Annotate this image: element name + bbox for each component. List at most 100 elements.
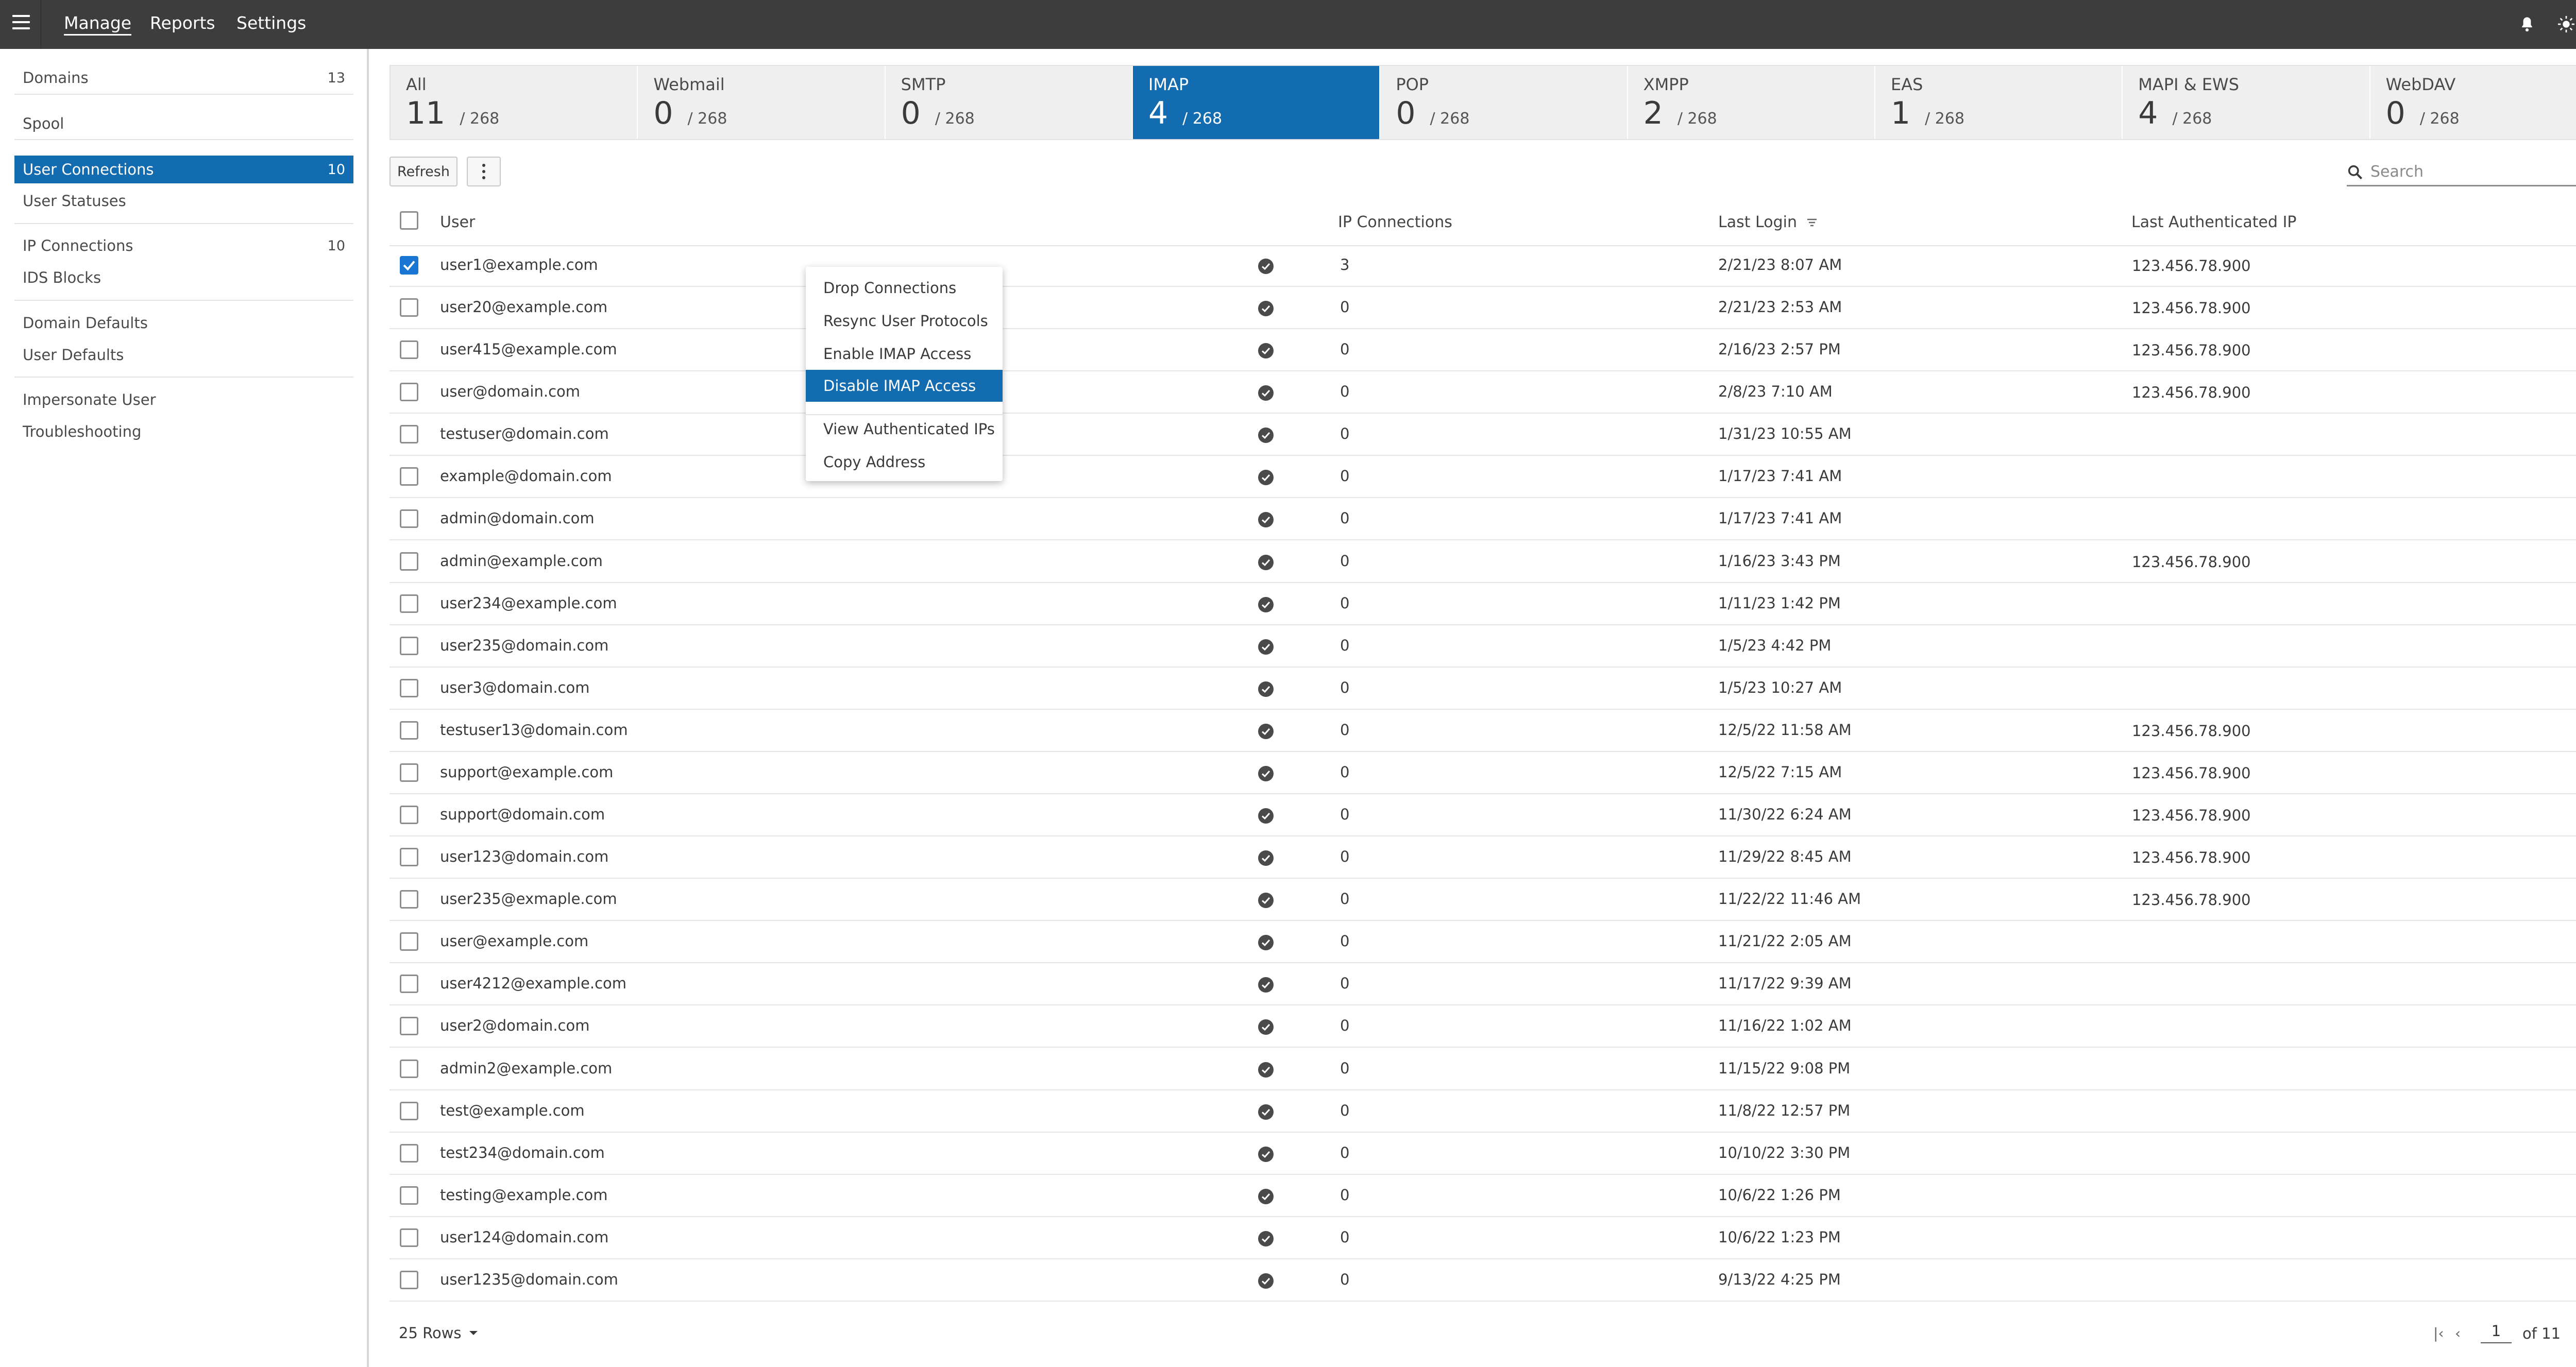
- previous-page-icon[interactable]: ‹: [2455, 1325, 2461, 1342]
- table-row[interactable]: test234@domain.com 0 10/10/22 3:30 PM: [389, 1133, 2576, 1175]
- ip-connections-value: 0: [1340, 1228, 1350, 1246]
- row-checkbox[interactable]: [400, 256, 418, 275]
- search-icon: [2348, 165, 2363, 179]
- table-row[interactable]: admin@domain.com 0 1/17/23 7:41 AM: [389, 498, 2576, 540]
- table-row[interactable]: testuser@domain.com 0 1/31/23 10:55 AM: [389, 414, 2576, 456]
- table-row[interactable]: user20@example.com 0 2/21/23 2:53 AM 123.45…: [389, 287, 2576, 329]
- row-checkbox[interactable]: [400, 1102, 418, 1120]
- table-row[interactable]: support@example.com 0 12/5/22 7:15 AM 123.4…: [389, 752, 2576, 794]
- column-header-ip-connections[interactable]: IP Connections: [1338, 213, 1452, 231]
- row-checkbox[interactable]: [400, 975, 418, 993]
- row-checkbox[interactable]: [400, 1017, 418, 1035]
- row-checkbox[interactable]: [400, 340, 418, 359]
- row-checkbox[interactable]: [400, 1144, 418, 1163]
- more-actions-icon[interactable]: [467, 157, 501, 186]
- row-checkbox[interactable]: [400, 679, 418, 697]
- row-checkbox[interactable]: [400, 298, 418, 317]
- tab-pop[interactable]: POP 0 / 268: [1380, 66, 1628, 139]
- nav-reports[interactable]: Reports: [150, 13, 215, 33]
- sidebar-item-spool[interactable]: Spool: [14, 110, 353, 138]
- row-checkbox[interactable]: [400, 806, 418, 824]
- table-row[interactable]: admin@example.com 0 1/16/23 3:43 PM 123.456…: [389, 541, 2576, 583]
- top-bar: Manage Reports Settings A: [0, 0, 2576, 49]
- row-checkbox[interactable]: [400, 1271, 418, 1289]
- table-row[interactable]: user@domain.com 0 2/8/23 7:10 AM 123.456.78…: [389, 371, 2576, 414]
- table-row[interactable]: user2@domain.com 0 11/16/22 1:02 AM: [389, 1005, 2576, 1048]
- sidebar-item-impersonate-user[interactable]: Impersonate User: [14, 386, 353, 414]
- row-checkbox[interactable]: [400, 1228, 418, 1247]
- page-number-input[interactable]: [2481, 1320, 2512, 1343]
- sidebar-item-ip-connections[interactable]: IP Connections 10: [14, 232, 353, 260]
- refresh-button[interactable]: Refresh: [389, 157, 457, 186]
- row-checkbox[interactable]: [400, 594, 418, 613]
- table-row[interactable]: user@example.com 0 11/21/22 2:05 AM: [389, 921, 2576, 963]
- sidebar-item-ids-blocks[interactable]: IDS Blocks: [14, 264, 353, 292]
- tab-xmpp[interactable]: XMPP 2 / 268: [1628, 66, 1875, 139]
- menu-item-view-authenticated-ips[interactable]: View Authenticated IPs: [806, 413, 1003, 445]
- table-row[interactable]: example@domain.com 0 1/17/23 7:41 AM: [389, 456, 2576, 498]
- column-header-user[interactable]: User: [440, 213, 475, 231]
- menu-item-drop-connections[interactable]: Drop Connections: [806, 272, 1003, 304]
- row-checkbox[interactable]: [400, 552, 418, 571]
- table-row[interactable]: support@domain.com 0 11/30/22 6:24 AM 123.4…: [389, 794, 2576, 836]
- sidebar-item-domain-defaults[interactable]: Domain Defaults: [14, 309, 353, 337]
- row-checkbox[interactable]: [400, 425, 418, 443]
- sidebar-item-domains[interactable]: Domains 13: [14, 64, 353, 92]
- tab-all[interactable]: All 11 / 268: [391, 66, 638, 139]
- tab-webmail[interactable]: Webmail 0 / 268: [638, 66, 886, 139]
- last-login-value: 10/6/22 1:23 PM: [1718, 1228, 1841, 1246]
- row-checkbox[interactable]: [400, 467, 418, 486]
- row-checkbox[interactable]: [400, 509, 418, 528]
- tab-webdav[interactable]: WebDAV 0 / 268: [2370, 66, 2576, 139]
- table-row[interactable]: user415@example.com 0 2/16/23 2:57 PM 123.4…: [389, 329, 2576, 371]
- tab-imap[interactable]: IMAP 4 / 268: [1132, 66, 1381, 139]
- sun-icon[interactable]: [2553, 11, 2576, 37]
- tab-eas[interactable]: EAS 1 / 268: [1875, 66, 2123, 139]
- table-row[interactable]: user1235@domain.com 0 9/13/22 4:25 PM: [389, 1259, 2576, 1302]
- last-login-value: 2/21/23 2:53 AM: [1718, 298, 1842, 316]
- sidebar-item-user-statuses[interactable]: User Statuses: [14, 187, 353, 215]
- table-row[interactable]: testing@example.com 0 10/6/22 1:26 PM: [389, 1175, 2576, 1217]
- row-checkbox[interactable]: [400, 848, 418, 866]
- table-row[interactable]: user1@example.com 3 2/21/23 8:07 AM 123.456…: [389, 245, 2576, 287]
- sidebar-item-user-defaults[interactable]: User Defaults: [14, 341, 353, 369]
- row-checkbox[interactable]: [400, 383, 418, 401]
- first-page-icon[interactable]: |‹: [2433, 1325, 2444, 1342]
- last-authenticated-ip-value: 123.456.78.900: [2132, 849, 2251, 866]
- nav-manage[interactable]: Manage: [64, 13, 132, 36]
- rows-per-page-select[interactable]: 25 Rows: [399, 1324, 478, 1342]
- sidebar-item-user-connections[interactable]: User Connections 10: [14, 156, 353, 183]
- row-checkbox[interactable]: [400, 637, 418, 655]
- menu-item-resync-user-protocols[interactable]: Resync User Protocols: [806, 305, 1003, 337]
- row-checkbox[interactable]: [400, 721, 418, 740]
- sidebar-item-troubleshooting[interactable]: Troubleshooting: [14, 418, 353, 446]
- table-row[interactable]: admin2@example.com 0 11/15/22 9:08 PM: [389, 1048, 2576, 1090]
- table-row[interactable]: user3@domain.com 0 1/5/23 10:27 AM: [389, 668, 2576, 710]
- menu-item-disable-imap-access[interactable]: Disable IMAP Access: [806, 370, 1003, 402]
- column-header-last-authenticated-ip[interactable]: Last Authenticated IP: [2131, 213, 2297, 231]
- hamburger-menu-icon[interactable]: [12, 15, 30, 33]
- row-checkbox[interactable]: [400, 932, 418, 951]
- table-row[interactable]: test@example.com 0 11/8/22 12:57 PM: [389, 1090, 2576, 1133]
- table-row[interactable]: user235@exmaple.com 0 11/22/22 11:46 AM 123…: [389, 879, 2576, 921]
- nav-settings[interactable]: Settings: [236, 13, 306, 33]
- menu-item-copy-address[interactable]: Copy Address: [806, 446, 1003, 478]
- tab-smtp[interactable]: SMTP 0 / 268: [886, 66, 1133, 139]
- table-row[interactable]: user123@domain.com 0 11/29/22 8:45 AM 123.4…: [389, 836, 2576, 879]
- table-row[interactable]: user4212@example.com 0 11/17/22 9:39 AM: [389, 963, 2576, 1005]
- search-input[interactable]: [2369, 162, 2576, 181]
- bell-icon[interactable]: [2514, 11, 2540, 37]
- row-checkbox[interactable]: [400, 1186, 418, 1205]
- row-checkbox[interactable]: [400, 890, 418, 909]
- select-all-checkbox[interactable]: [400, 211, 418, 230]
- table-row[interactable]: testuser13@domain.com 0 12/5/22 11:58 AM 12…: [389, 710, 2576, 752]
- row-checkbox[interactable]: [400, 1060, 418, 1078]
- table-row[interactable]: user234@example.com 0 1/11/23 1:42 PM: [389, 583, 2576, 625]
- sidebar-item-label: Spool: [23, 115, 64, 132]
- tab-mapi-ews[interactable]: MAPI & EWS 4 / 268: [2123, 66, 2370, 139]
- row-checkbox[interactable]: [400, 763, 418, 782]
- menu-item-enable-imap-access[interactable]: Enable IMAP Access: [806, 338, 1003, 370]
- table-row[interactable]: user124@domain.com 0 10/6/22 1:23 PM: [389, 1217, 2576, 1259]
- column-header-last-login[interactable]: Last Login: [1718, 213, 1818, 231]
- table-row[interactable]: user235@domain.com 0 1/5/23 4:42 PM: [389, 625, 2576, 668]
